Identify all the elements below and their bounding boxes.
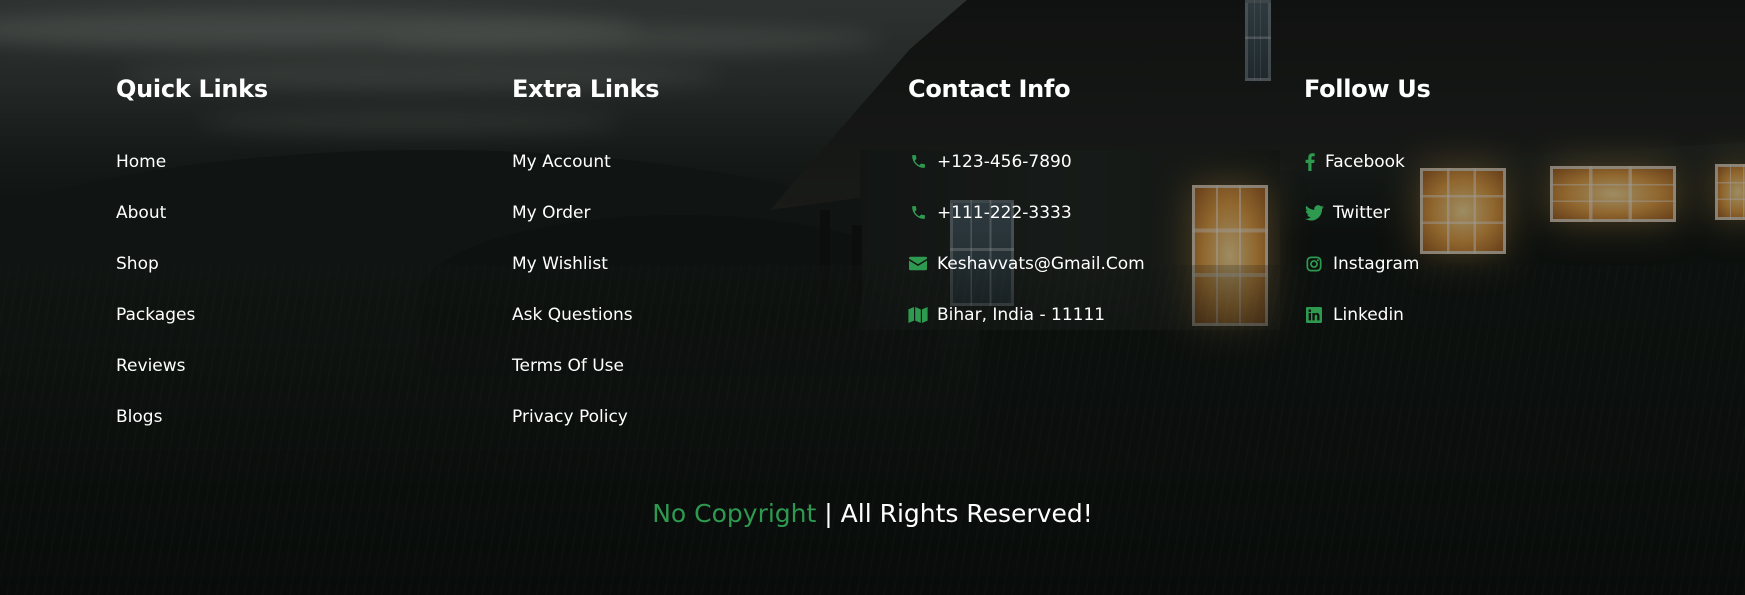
contact-info-title: Contact Info [908,75,1071,103]
quick-link-reviews[interactable]: Reviews [116,340,456,391]
link-label: Shop [116,253,159,274]
link-label: My Wishlist [512,253,608,274]
extra-link-my-wishlist[interactable]: My Wishlist [512,238,852,289]
link-label: Reviews [116,355,186,376]
social-link-linkedin[interactable]: Linkedin [1304,289,1644,340]
quick-link-packages[interactable]: Packages [116,289,456,340]
quick-links-column: Quick Links Home About Shop Packages Rev… [116,72,456,442]
extra-link-privacy-policy[interactable]: Privacy Policy [512,391,852,442]
link-label: Terms Of Use [512,355,624,376]
map-icon [908,305,928,325]
social-link-facebook[interactable]: Facebook [1304,136,1644,187]
quick-link-blogs[interactable]: Blogs [116,391,456,442]
social-label: Twitter [1333,202,1390,223]
quick-link-shop[interactable]: Shop [116,238,456,289]
link-label: Ask Questions [512,304,633,325]
social-link-twitter[interactable]: Twitter [1304,187,1644,238]
link-label: Home [116,151,167,172]
social-label: Instagram [1333,253,1420,274]
extra-links-title: Extra Links [512,75,660,103]
contact-text: Keshavvats@Gmail.Com [937,253,1145,274]
contact-text: +123-456-7890 [937,151,1072,172]
facebook-icon [1304,152,1316,172]
link-label: Packages [116,304,196,325]
contact-email[interactable]: Keshavvats@Gmail.Com [908,238,1248,289]
twitter-icon [1304,203,1324,223]
extra-link-terms-of-use[interactable]: Terms Of Use [512,340,852,391]
copyright-notice: No Copyright | All Rights Reserved! [0,496,1745,532]
follow-us-column: Follow Us Facebook Twitter Instagram Lin… [1304,72,1644,340]
social-label: Facebook [1325,151,1405,172]
footer: Quick Links Home About Shop Packages Rev… [0,0,1745,595]
copyright-accent: No Copyright [652,499,817,528]
social-link-instagram[interactable]: Instagram [1304,238,1644,289]
instagram-icon [1304,254,1324,274]
phone-icon [908,152,928,172]
link-label: Privacy Policy [512,406,628,427]
quick-link-about[interactable]: About [116,187,456,238]
contact-address[interactable]: Bihar, India - 11111 [908,289,1248,340]
contact-phone-1[interactable]: +123-456-7890 [908,136,1248,187]
contact-phone-2[interactable]: +111-222-3333 [908,187,1248,238]
contact-text: Bihar, India - 11111 [937,304,1106,325]
contact-info-column: Contact Info +123-456-7890 +111-222-3333… [908,72,1248,340]
follow-us-title: Follow Us [1304,75,1431,103]
extra-links-column: Extra Links My Account My Order My Wishl… [512,72,852,442]
social-label: Linkedin [1333,304,1404,325]
quick-links-title: Quick Links [116,75,268,103]
linkedin-icon [1304,305,1324,325]
link-label: About [116,202,167,223]
envelope-icon [908,254,928,274]
contact-text: +111-222-3333 [937,202,1072,223]
extra-link-ask-questions[interactable]: Ask Questions [512,289,852,340]
link-label: Blogs [116,406,163,427]
link-label: My Order [512,202,591,223]
phone-icon [908,203,928,223]
extra-link-my-order[interactable]: My Order [512,187,852,238]
extra-link-my-account[interactable]: My Account [512,136,852,187]
copyright-rest: | All Rights Reserved! [816,499,1093,528]
link-label: My Account [512,151,611,172]
quick-link-home[interactable]: Home [116,136,456,187]
